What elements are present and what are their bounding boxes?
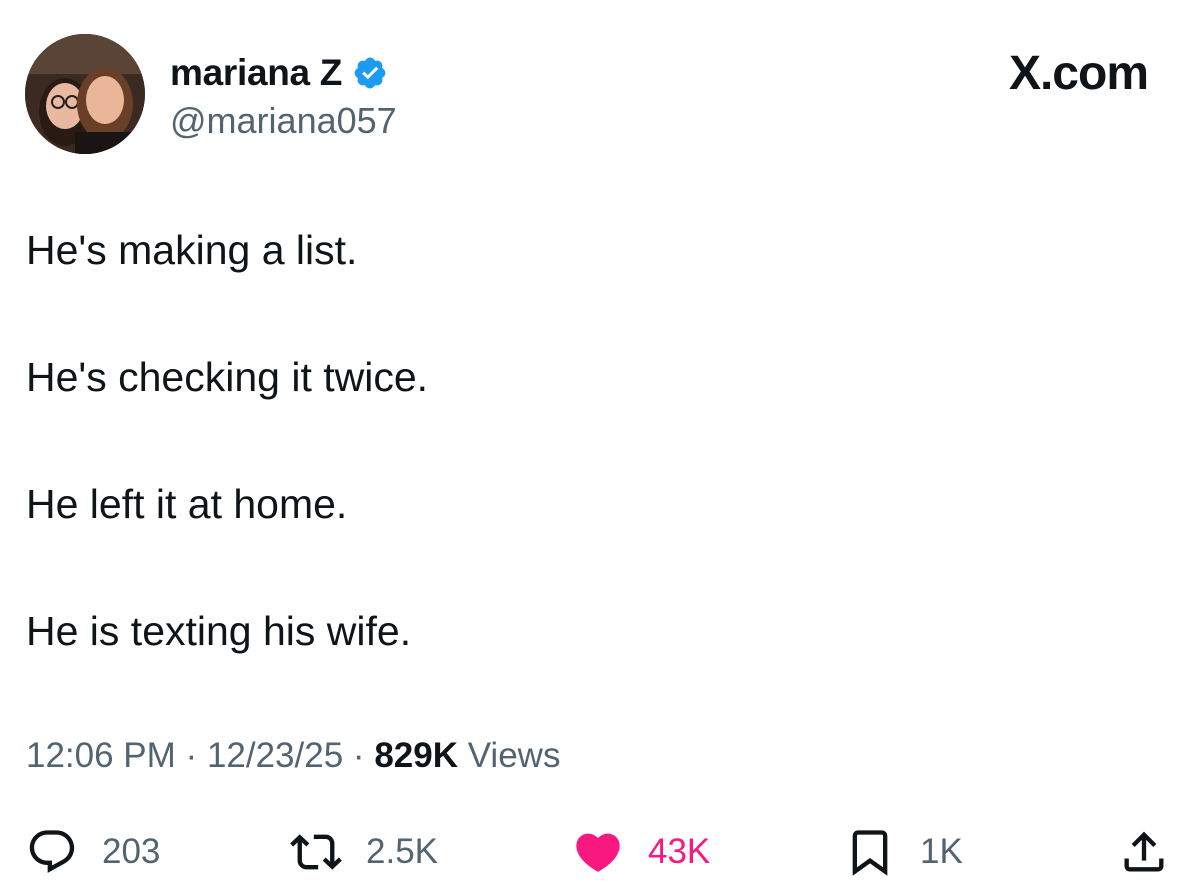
author-handle[interactable]: @mariana057 — [170, 100, 397, 142]
like-count: 43K — [648, 832, 711, 871]
repost-button[interactable]: 2.5K — [290, 822, 438, 882]
bookmark-button[interactable]: 1K — [844, 822, 963, 882]
views-count: 829K — [374, 736, 458, 775]
avatar[interactable] — [25, 34, 145, 154]
brand-label: X.com — [1008, 47, 1149, 100]
heart-icon — [576, 833, 620, 872]
author-name-row[interactable]: mariana Z — [170, 52, 388, 94]
meta-separator: · — [185, 736, 198, 775]
display-name[interactable]: mariana Z — [170, 52, 342, 94]
tweet-line: He left it at home. — [26, 481, 348, 527]
share-button[interactable] — [1118, 822, 1170, 882]
bookmark-icon — [852, 830, 888, 876]
tweet-date[interactable]: 12/23/25 — [207, 736, 343, 775]
tweet-text: He's making a list. He's checking it twi… — [26, 226, 428, 734]
tweet-line: He's making a list. — [26, 227, 358, 273]
tweet-line: He is texting his wife. — [26, 608, 412, 654]
reply-icon — [29, 830, 75, 873]
meta-separator: · — [352, 736, 365, 775]
repost-count: 2.5K — [366, 832, 438, 871]
tweet-meta: 12:06 PM · 12/23/25 · 829K Views — [26, 736, 560, 776]
bookmark-count: 1K — [920, 832, 963, 871]
reply-count: 203 — [102, 832, 161, 871]
reply-button[interactable]: 203 — [26, 822, 160, 882]
tweet-time[interactable]: 12:06 PM — [26, 736, 176, 775]
tweet-line: He's checking it twice. — [26, 354, 429, 400]
views-label: Views — [467, 736, 561, 775]
share-icon — [1124, 831, 1164, 872]
verified-badge-icon — [352, 55, 388, 91]
action-bar: 203 2.5K 43K 1K — [0, 822, 1200, 882]
repost-icon — [290, 834, 342, 870]
like-button[interactable]: 43K — [572, 822, 710, 882]
